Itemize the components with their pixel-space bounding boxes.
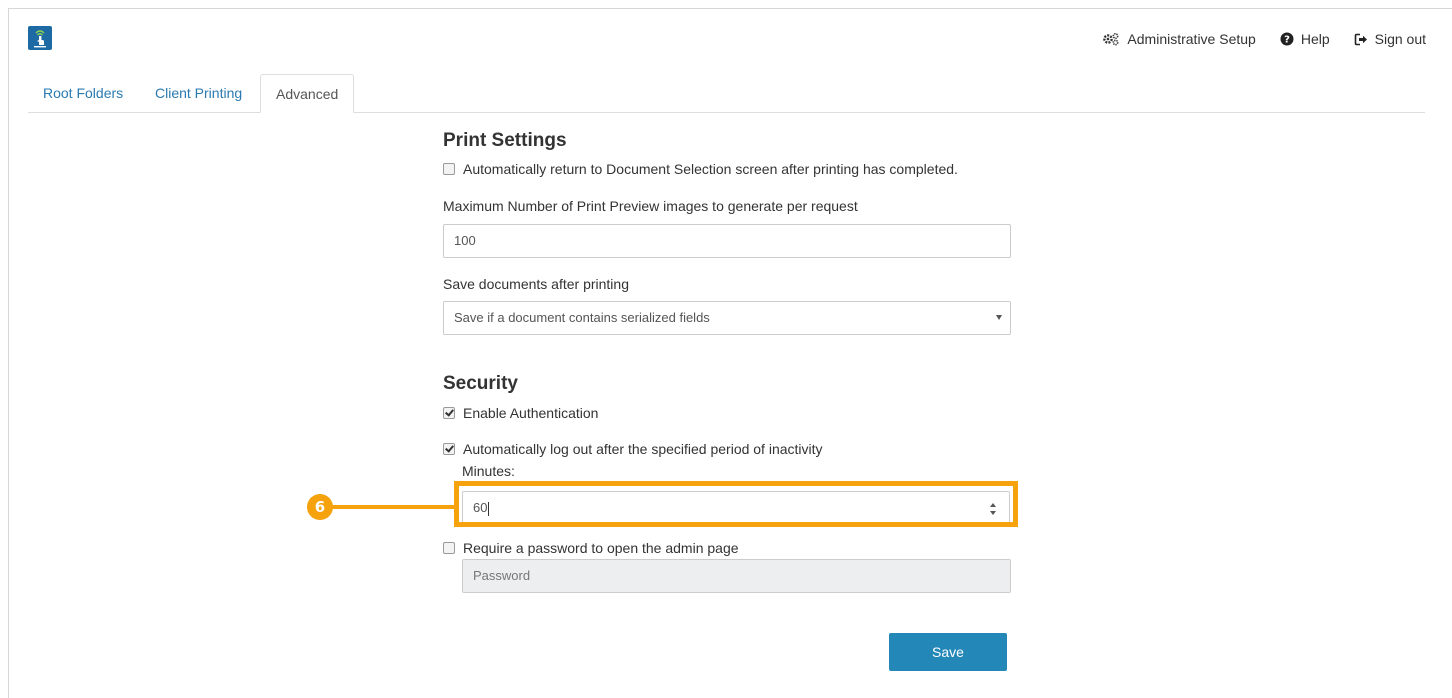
svg-text:?: ?	[1284, 35, 1290, 46]
tab-root-folders[interactable]: Root Folders	[28, 74, 138, 112]
top-nav: Administrative Setup ? Help Sign out	[1078, 31, 1426, 47]
save-button[interactable]: Save	[889, 633, 1007, 671]
require-password-checkbox[interactable]	[443, 542, 455, 554]
help-label: Help	[1300, 31, 1330, 47]
callout-number-badge: 6	[307, 494, 333, 520]
app-frame: Administrative Setup ? Help Sign out Roo…	[8, 8, 1452, 698]
auto-return-label: Automatically return to Document Selecti…	[463, 161, 958, 177]
auto-logout-checkbox[interactable]	[443, 443, 455, 455]
minutes-label: Minutes:	[462, 463, 515, 479]
highlight-box	[454, 481, 1018, 527]
admin-password-input[interactable]: Password	[462, 559, 1011, 593]
auto-return-row: Automatically return to Document Selecti…	[443, 161, 958, 177]
callout-line	[329, 505, 456, 509]
enable-auth-row: Enable Authentication	[443, 405, 598, 421]
sign-out-link[interactable]: Sign out	[1354, 31, 1426, 47]
require-password-row: Require a password to open the admin pag…	[443, 540, 739, 556]
require-password-label: Require a password to open the admin pag…	[463, 540, 739, 556]
admin-setup-label: Administrative Setup	[1127, 31, 1256, 47]
tab-advanced[interactable]: Advanced	[260, 74, 355, 113]
save-after-print-select[interactable]: Save if a document contains serialized f…	[443, 301, 1011, 335]
help-link[interactable]: ? Help	[1280, 31, 1330, 47]
tab-bar: Root Folders Client Printing Advanced	[28, 74, 1425, 113]
question-circle-icon: ?	[1280, 32, 1294, 46]
enable-auth-checkbox[interactable]	[443, 407, 455, 419]
sign-out-label: Sign out	[1374, 31, 1426, 47]
admin-setup-link[interactable]: Administrative Setup	[1102, 31, 1256, 47]
enable-auth-label: Enable Authentication	[463, 405, 599, 421]
auto-return-checkbox[interactable]	[443, 163, 455, 175]
tab-client-printing[interactable]: Client Printing	[140, 74, 257, 112]
max-preview-label: Maximum Number of Print Preview images t…	[443, 198, 858, 214]
sign-out-icon	[1354, 33, 1367, 45]
touch-wifi-icon	[34, 30, 46, 48]
top-bar: Administrative Setup ? Help Sign out	[9, 9, 1452, 71]
dropdown-arrow-icon	[996, 315, 1002, 320]
save-after-print-value: Save if a document contains serialized f…	[454, 310, 710, 325]
security-heading: Security	[443, 373, 518, 394]
print-settings-heading: Print Settings	[443, 130, 567, 151]
gears-icon	[1103, 32, 1119, 46]
save-after-print-label: Save documents after printing	[443, 276, 629, 292]
app-logo[interactable]	[28, 26, 52, 50]
max-preview-input[interactable]: 100	[443, 224, 1011, 258]
auto-logout-row: Automatically log out after the specifie…	[443, 441, 823, 457]
auto-logout-label: Automatically log out after the specifie…	[463, 441, 823, 457]
